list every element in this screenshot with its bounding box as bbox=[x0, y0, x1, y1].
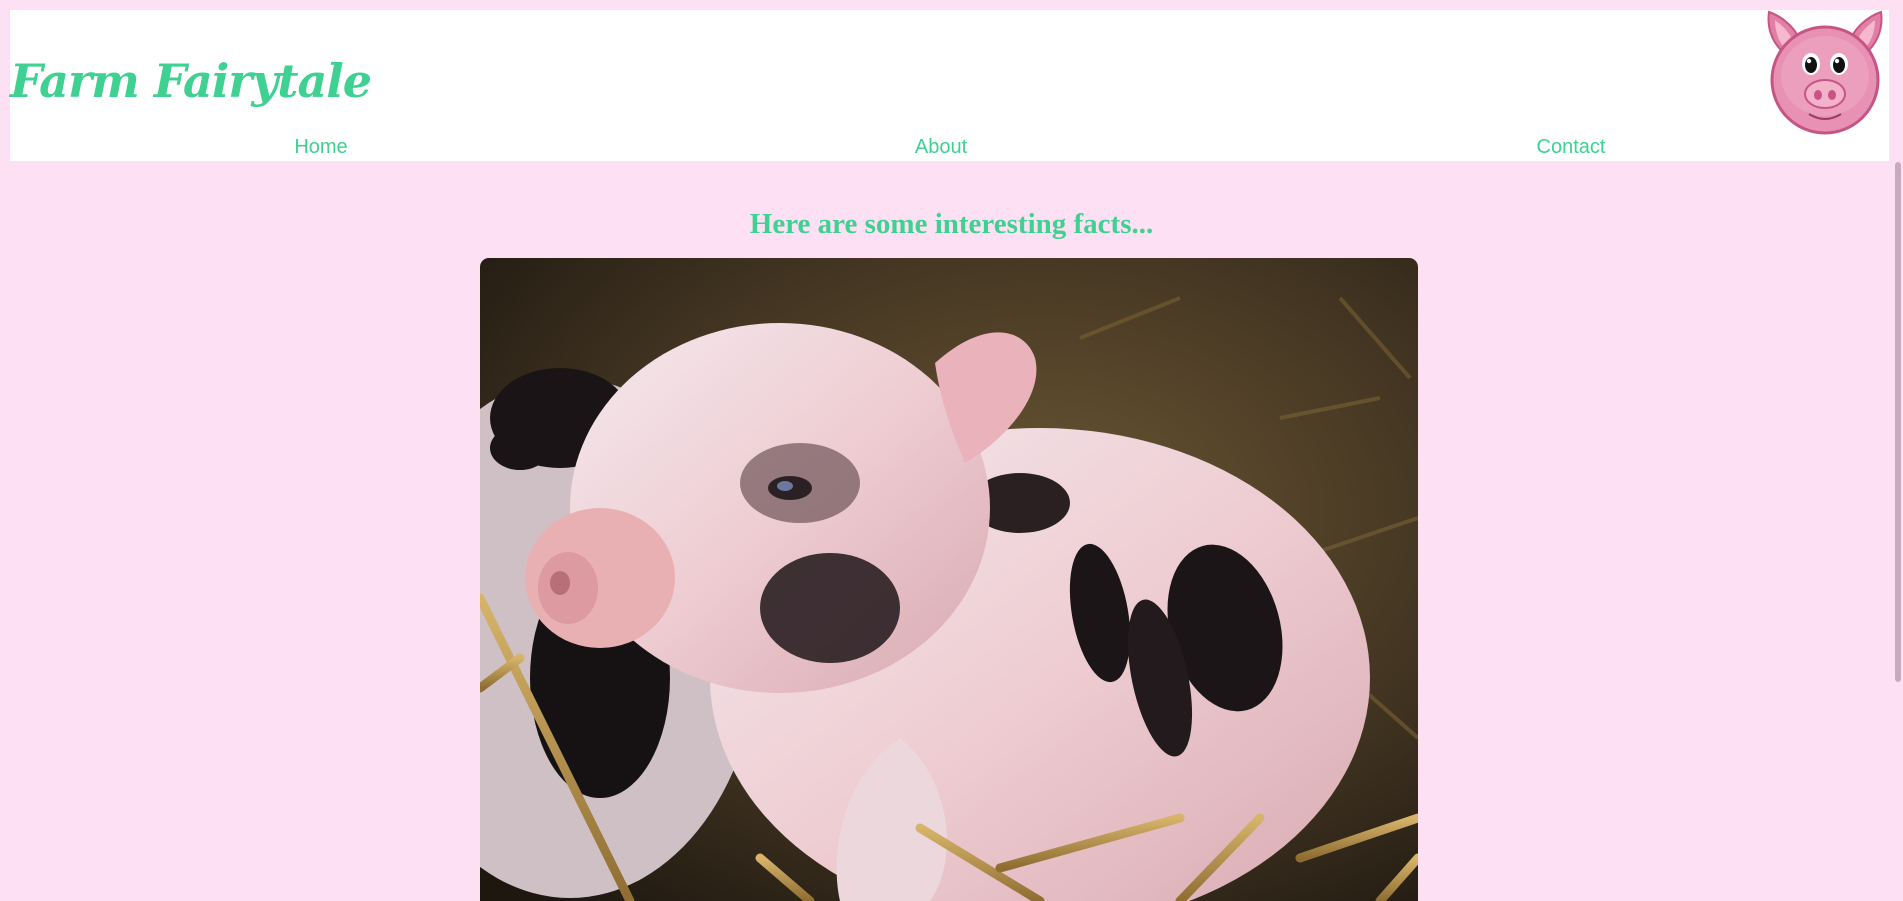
piglet-photo bbox=[480, 258, 1418, 901]
pig-face-icon[interactable] bbox=[1763, 10, 1887, 136]
scrollbar-thumb[interactable] bbox=[1895, 162, 1901, 682]
page-scrollbar[interactable] bbox=[1889, 0, 1903, 901]
site-title[interactable]: Farm Fairytale bbox=[10, 54, 372, 108]
nav-contact-link[interactable]: Contact bbox=[1537, 136, 1606, 159]
nav-home-link[interactable]: Home bbox=[294, 136, 347, 159]
page: Farm Fairytale Home About Contact Here a… bbox=[0, 0, 1903, 901]
main-nav: Home About Contact bbox=[10, 136, 1889, 160]
site-header: Farm Fairytale Home About Contact bbox=[10, 10, 1889, 161]
nav-about-link[interactable]: About bbox=[915, 136, 967, 159]
page-headline: Here are some interesting facts... bbox=[749, 208, 1154, 241]
